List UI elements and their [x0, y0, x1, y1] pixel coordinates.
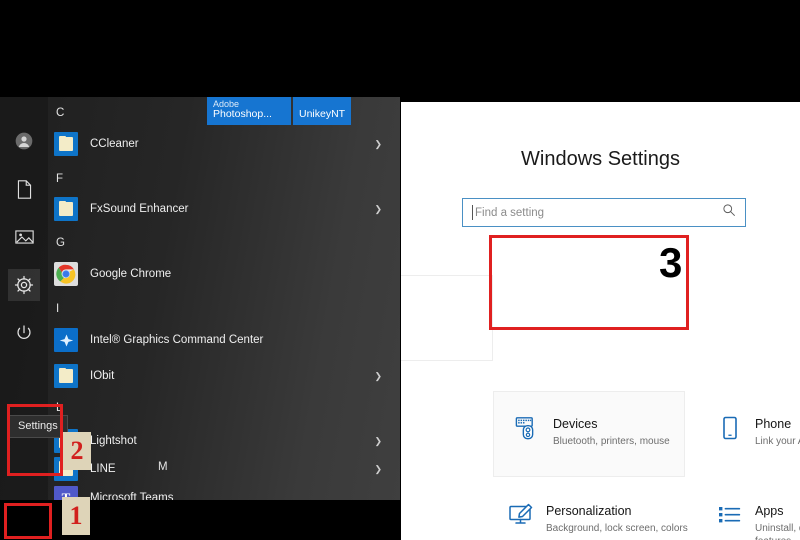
chevron-down-icon[interactable]: ❯ [374, 371, 382, 381]
account-icon[interactable] [8, 125, 40, 157]
tile-photoshop[interactable]: Adobe Photoshop... [207, 97, 291, 125]
chrome-icon [54, 262, 78, 286]
annotation-step-3: 3 [659, 239, 683, 286]
settings-category-phone[interactable]: Phone Link your An [715, 415, 800, 449]
category-desc: Link your An [755, 436, 800, 447]
phone-icon [715, 415, 745, 445]
black-bottom-strip [0, 500, 401, 540]
category-desc: Bluetooth, printers, mouse [553, 436, 670, 447]
folder-icon [54, 132, 78, 156]
app-letter-header[interactable]: F [56, 173, 63, 185]
app-label: Lightshot [90, 435, 137, 447]
sidebar-item-settings[interactable] [8, 269, 40, 301]
pictures-icon[interactable] [8, 221, 40, 253]
brush-icon [506, 502, 536, 532]
app-letter-header[interactable]: I [56, 303, 59, 315]
category-name: Personalization [546, 504, 632, 518]
documents-icon[interactable] [8, 173, 40, 205]
settings-category-network[interactable]: ternet mode, VPN [401, 502, 477, 536]
category-desc: Background, lock screen, colors [546, 523, 688, 534]
settings-category-apps[interactable]: Apps Uninstall, de features [715, 502, 800, 540]
list-item[interactable]: Intel® Graphics Command Center [48, 323, 382, 357]
list-icon [715, 502, 745, 532]
category-name: Devices [553, 417, 598, 431]
intel-icon [54, 328, 78, 352]
power-icon[interactable] [8, 317, 40, 349]
tile-unikeynt[interactable]: UnikeyNT [293, 97, 351, 125]
category-name: Apps [755, 504, 784, 518]
chevron-down-icon[interactable]: ❯ [374, 139, 382, 149]
devices-icon [513, 415, 543, 445]
chevron-down-icon[interactable]: ❯ [374, 204, 382, 214]
app-label: Intel® Graphics Command Center [90, 334, 264, 346]
chevron-down-icon[interactable]: ❯ [374, 464, 382, 474]
app-label: CCleaner [90, 138, 139, 150]
tile-label: Photoshop... [213, 108, 272, 120]
settings-category-personalization[interactable]: Personalization Background, lock screen,… [506, 502, 696, 536]
app-label: LINE [90, 463, 116, 475]
text-caret [472, 205, 473, 220]
magnifier-icon[interactable] [722, 203, 736, 222]
app-label: FxSound Enhancer [90, 203, 189, 215]
list-item[interactable]: CCleaner ❯ [48, 127, 382, 161]
app-letter-header[interactable]: G [56, 237, 65, 249]
settings-category-system[interactable]: System notifications, [401, 284, 477, 318]
start-menu-app-list: C CCleaner ❯ F FxSound Enhancer ❯ G Goog… [48, 97, 400, 507]
app-letter-header[interactable]: M [158, 461, 168, 473]
folder-icon [54, 197, 78, 221]
app-label: Google Chrome [90, 268, 172, 280]
annotation-box-start [4, 503, 52, 539]
list-item[interactable]: FxSound Enhancer ❯ [48, 192, 382, 226]
annotation-badge-1: 1 [62, 497, 90, 535]
chevron-down-icon[interactable]: ❯ [374, 436, 382, 446]
category-desc: Uninstall, de features [755, 523, 800, 540]
category-name: Phone [755, 417, 792, 431]
tile-label: UnikeyNT [299, 108, 346, 120]
screenshot-root: Settings C CCleaner ❯ F FxSound Enhancer… [0, 0, 800, 540]
settings-category-devices[interactable]: Devices Bluetooth, printers, mouse [513, 415, 703, 449]
annotation-badge-2: 2 [63, 432, 91, 470]
list-item-spacer [48, 381, 382, 415]
search-placeholder: Find a setting [475, 206, 545, 219]
annotation-box-settings [7, 404, 63, 476]
page-title: Windows Settings [521, 148, 680, 170]
app-letter-header[interactable]: C [56, 107, 64, 119]
search-input[interactable]: Find a setting [462, 198, 746, 227]
list-item[interactable]: Google Chrome [48, 257, 382, 291]
